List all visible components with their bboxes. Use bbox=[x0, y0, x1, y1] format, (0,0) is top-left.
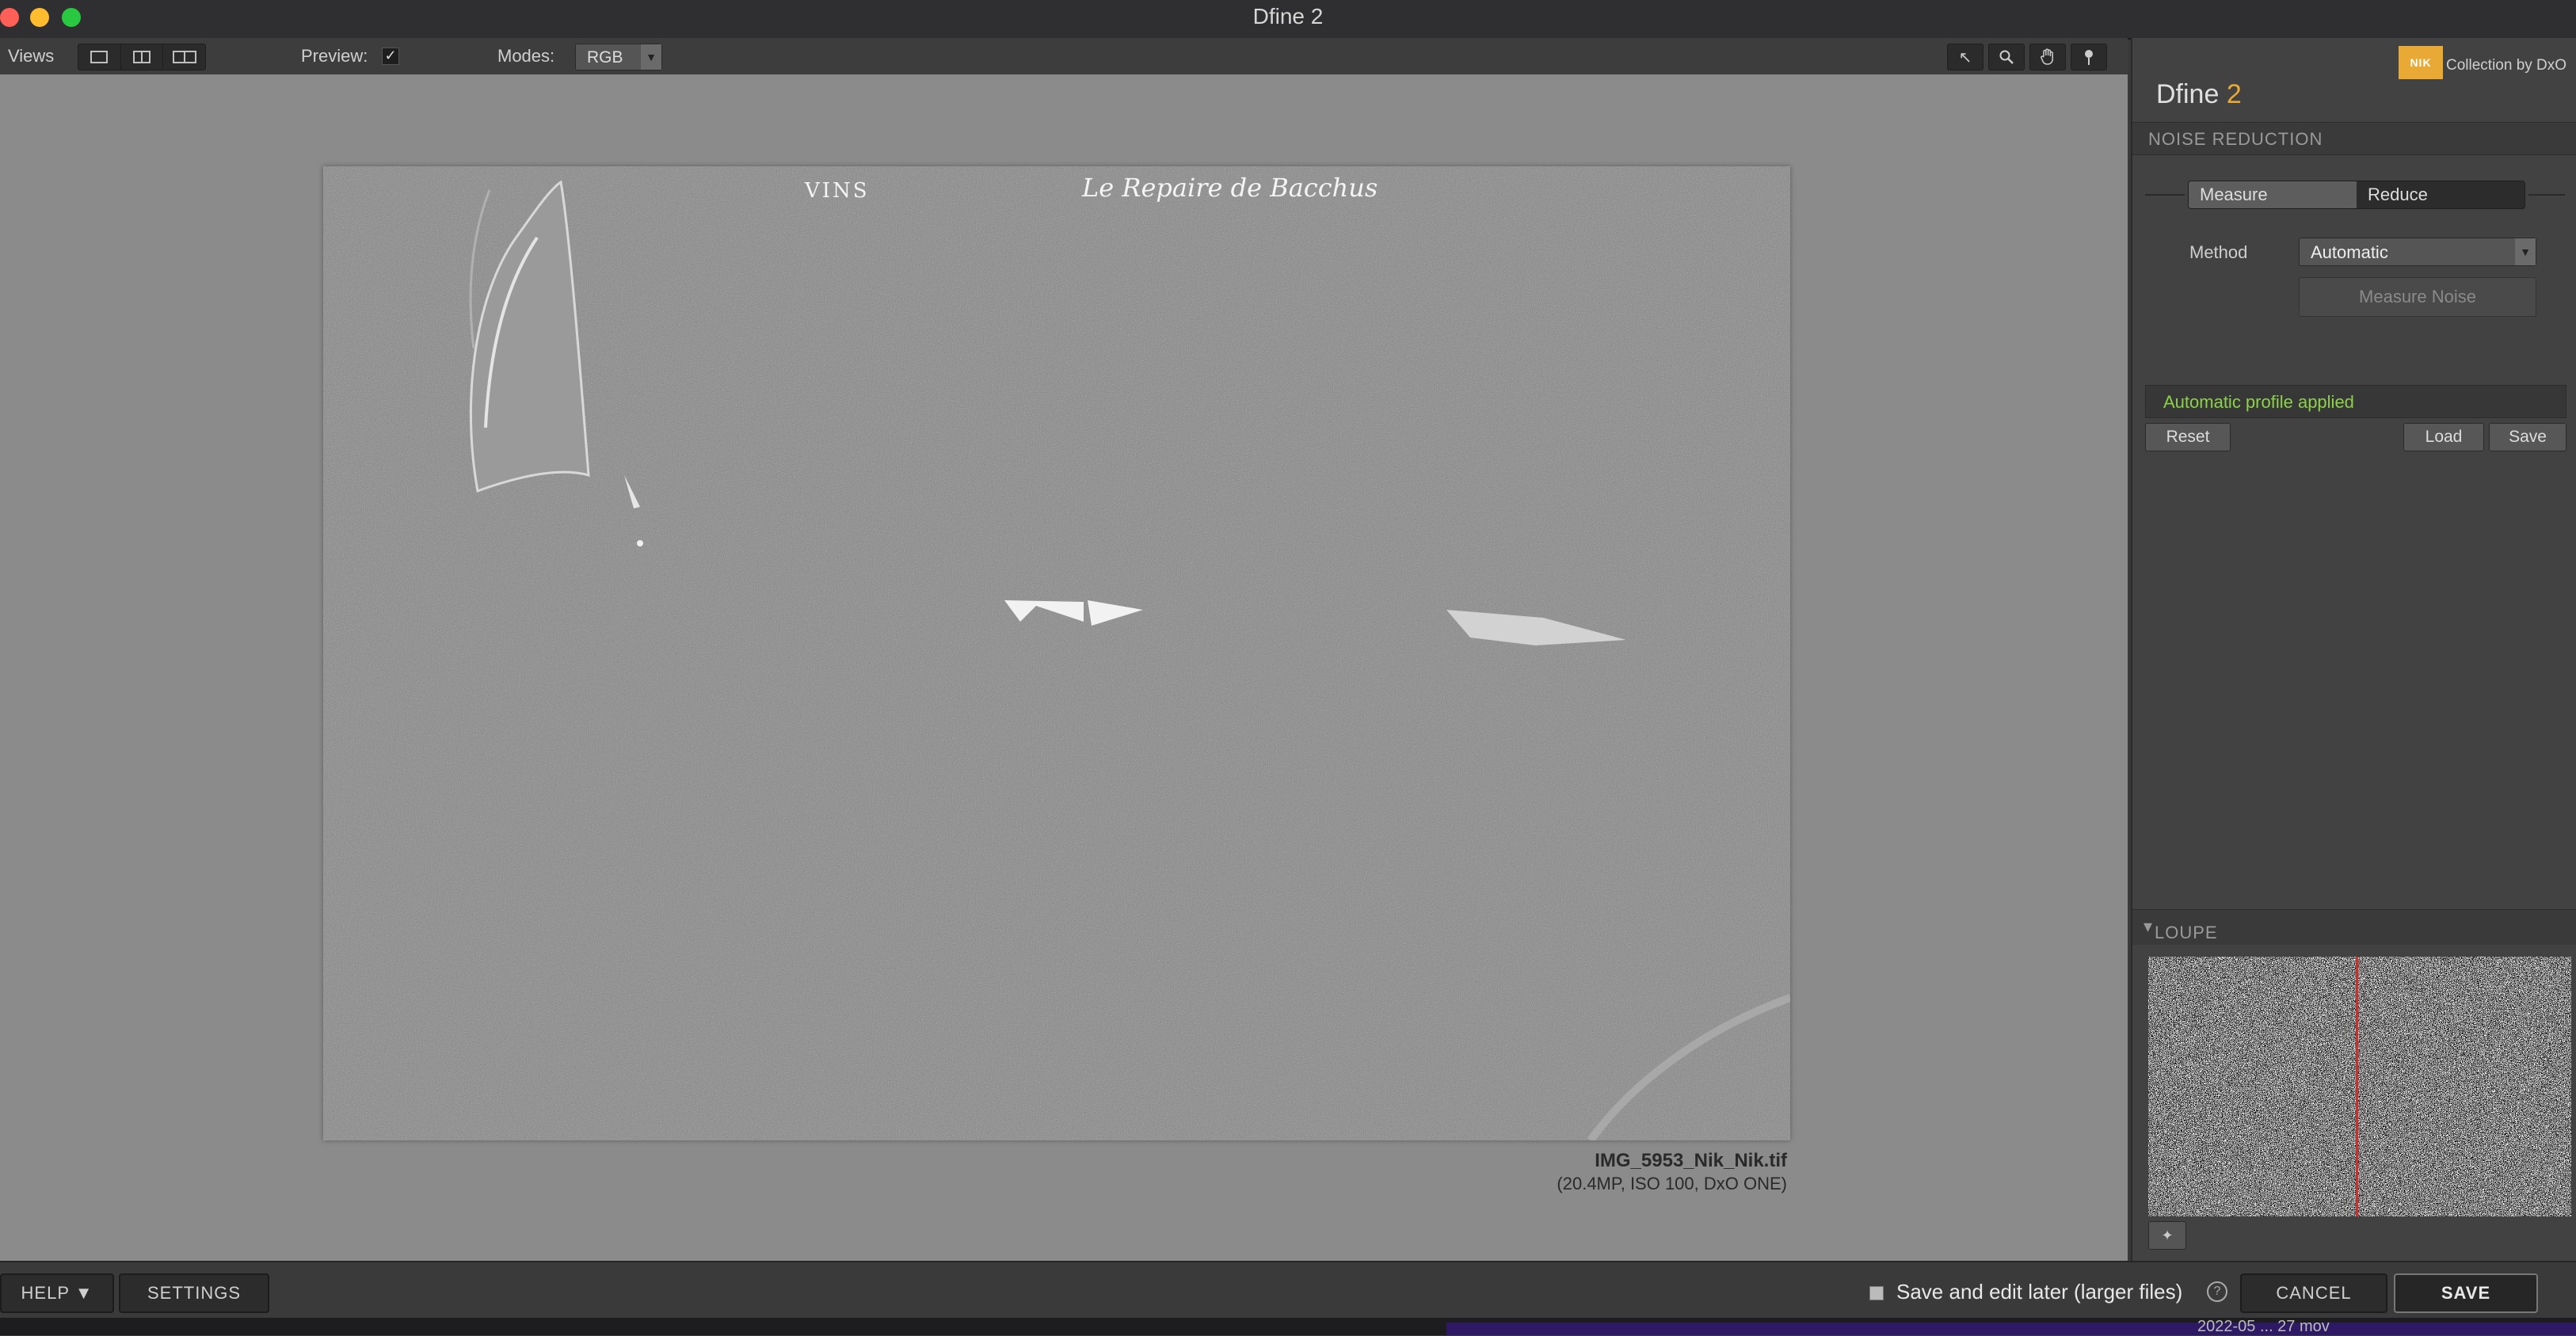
load-button[interactable]: Load bbox=[2403, 423, 2484, 451]
zoom-tool-button[interactable] bbox=[1988, 44, 2025, 70]
app-version: 2 bbox=[2226, 79, 2242, 109]
app-name: Dfine 2 bbox=[2156, 79, 2242, 110]
window-title: Dfine 2 bbox=[1252, 4, 1324, 29]
tool-icons: ↖ bbox=[1947, 44, 2107, 70]
cancel-button[interactable]: CANCEL bbox=[2240, 1273, 2387, 1313]
desktop-text: 2022-05 ... 27 mov bbox=[2197, 1318, 2330, 1335]
hand-icon bbox=[2041, 48, 2053, 65]
split-view-button[interactable] bbox=[121, 44, 164, 70]
noise-reduction-header: NOISE REDUCTION bbox=[2132, 122, 2576, 155]
section-title: NOISE REDUCTION bbox=[2148, 129, 2323, 149]
magnifier-icon bbox=[1999, 50, 2014, 64]
loupe-header[interactable]: ▾ LOUPE bbox=[2132, 909, 2576, 945]
pin-icon bbox=[2085, 50, 2093, 65]
modes-value: RGB bbox=[587, 48, 623, 67]
desktop-background: 2022-05 ... 27 mov bbox=[0, 1318, 2576, 1335]
sign-text-bacchus: Le Repaire de Bacchus bbox=[1082, 173, 1378, 203]
divider bbox=[2145, 194, 2185, 196]
title-bar: Dfine 2 bbox=[0, 0, 2576, 40]
control-point-tool-button[interactable] bbox=[2071, 44, 2107, 70]
image-filename: IMG_5953_Nik_Nik.tif bbox=[1595, 1150, 1787, 1171]
tab-reduce[interactable]: Reduce bbox=[2357, 181, 2525, 208]
measure-noise-button[interactable]: Measure Noise bbox=[2299, 277, 2536, 317]
modes-label: Modes: bbox=[497, 46, 555, 66]
preview-checkbox[interactable]: ✓ bbox=[382, 48, 399, 65]
preview-label: Preview: bbox=[301, 46, 368, 66]
loupe-view[interactable] bbox=[2148, 957, 2571, 1216]
side-by-side-view-icon bbox=[172, 51, 196, 63]
bottom-bar: HELP ▼ SETTINGS Save and edit later (lar… bbox=[0, 1261, 2576, 1319]
views-group bbox=[78, 44, 206, 70]
method-select[interactable]: Automatic ▼ bbox=[2299, 238, 2536, 266]
pointer-tool-button[interactable]: ↖ bbox=[1947, 44, 1983, 70]
loupe-split-line[interactable] bbox=[2356, 957, 2358, 1216]
image-metadata: (20.4MP, ISO 100, DxO ONE) bbox=[1557, 1174, 1787, 1193]
loupe-noise-layer bbox=[2148, 957, 2571, 1216]
status-bar: Automatic profile applied bbox=[2145, 385, 2566, 418]
save-button[interactable]: SAVE bbox=[2394, 1273, 2538, 1313]
app-name-text: Dfine bbox=[2156, 79, 2220, 109]
save-settings-button[interactable]: Save bbox=[2489, 423, 2566, 451]
loupe-title: LOUPE bbox=[2155, 923, 2218, 942]
method-label: Method bbox=[2189, 242, 2248, 262]
photo-preview[interactable]: VINS Le Repaire de Bacchus bbox=[323, 166, 1790, 1140]
photo-noise-layer bbox=[323, 166, 1790, 1140]
info-icon[interactable]: ? bbox=[2207, 1281, 2227, 1302]
desktop-window-strip bbox=[1446, 1323, 2576, 1335]
right-panel: NIK Collection by DxO Dfine 2 NOISE REDU… bbox=[2131, 38, 2576, 1261]
loupe-pin-button[interactable]: ✦ bbox=[2148, 1221, 2186, 1250]
reset-button[interactable]: Reset bbox=[2145, 423, 2231, 451]
mode-tabs: Measure Reduce bbox=[2188, 181, 2525, 209]
chevron-down-icon: ▼ bbox=[2515, 238, 2536, 265]
method-value: Automatic bbox=[2311, 242, 2388, 262]
divider bbox=[2528, 194, 2565, 196]
chevron-down-icon: ▼ bbox=[641, 44, 661, 70]
save-later-label[interactable]: Save and edit later (larger files) bbox=[1896, 1280, 2182, 1304]
toolbar: Views Preview: ✓ Modes: RGB ▼ ↖ bbox=[0, 38, 2128, 76]
settings-button[interactable]: SETTINGS bbox=[119, 1273, 269, 1313]
nik-logo: NIK bbox=[2399, 46, 2443, 79]
pin-icon: ✦ bbox=[2161, 1228, 2174, 1243]
collection-text: Collection by DxO bbox=[2446, 57, 2567, 74]
tab-measure[interactable]: Measure bbox=[2189, 181, 2357, 208]
modes-select[interactable]: RGB ▼ bbox=[575, 44, 662, 70]
loupe-title-row: ▾ LOUPE bbox=[2143, 916, 2218, 942]
side-by-side-view-button[interactable] bbox=[163, 44, 205, 70]
single-view-button[interactable] bbox=[78, 44, 121, 70]
single-view-icon bbox=[90, 51, 109, 63]
save-later-checkbox[interactable] bbox=[1869, 1286, 1884, 1300]
status-text: Automatic profile applied bbox=[2163, 392, 2354, 412]
sign-text-vins: VINS bbox=[805, 179, 870, 203]
split-view-icon bbox=[133, 51, 151, 63]
hand-tool-button[interactable] bbox=[2029, 44, 2066, 70]
preview-canvas[interactable]: VINS Le Repaire de Bacchus IMG_5953_Nik_… bbox=[0, 74, 2128, 1261]
arrow-pointer-icon: ↖ bbox=[1958, 48, 1972, 67]
help-button[interactable]: HELP ▼ bbox=[0, 1273, 114, 1313]
views-label: Views bbox=[8, 46, 55, 66]
